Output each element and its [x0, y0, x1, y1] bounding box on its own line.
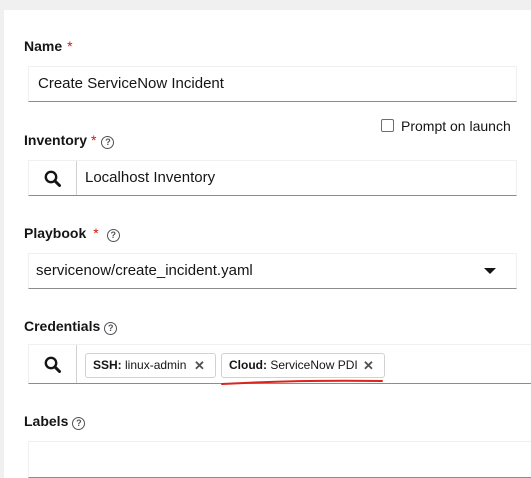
chip-name: ServiceNow PDI: [270, 358, 358, 372]
remove-chip-icon[interactable]: ✕: [194, 354, 205, 377]
name-label: Name *: [24, 38, 73, 54]
prompt-on-launch-checkbox[interactable]: [381, 119, 394, 132]
search-icon: [44, 170, 61, 187]
inventory-value: Localhost Inventory: [85, 169, 216, 186]
caret-down-icon: [484, 268, 496, 274]
required-asterisk: *: [67, 38, 73, 54]
help-icon[interactable]: ?: [101, 136, 115, 149]
labels-label: Labels?: [24, 413, 86, 430]
chip-name: linux-admin: [125, 358, 187, 372]
credential-chip-ssh: SSH: linux-admin ✕: [85, 353, 216, 378]
playbook-value: servicenow/create_incident.yaml: [36, 262, 253, 279]
required-asterisk: *: [93, 225, 99, 241]
remove-chip-icon[interactable]: ✕: [363, 354, 374, 377]
playbook-label: Playbook *?: [24, 225, 120, 242]
help-icon[interactable]: ?: [104, 322, 118, 335]
labels-input[interactable]: [28, 441, 531, 478]
credential-chip-cloud: Cloud: ServiceNow PDI ✕: [221, 353, 385, 378]
chip-type: Cloud:: [229, 358, 267, 372]
credentials-search-button[interactable]: [29, 345, 77, 383]
name-input-value: Create ServiceNow Incident: [38, 75, 224, 92]
help-icon[interactable]: ?: [72, 417, 86, 430]
inventory-label: Inventory *?: [24, 132, 115, 149]
name-input[interactable]: Create ServiceNow Incident: [28, 66, 517, 102]
red-underline-annotation: [221, 379, 383, 385]
search-icon: [44, 356, 61, 373]
help-icon[interactable]: ?: [106, 229, 120, 242]
playbook-select[interactable]: servicenow/create_incident.yaml: [28, 253, 517, 289]
required-asterisk: *: [91, 132, 97, 148]
prompt-on-launch-label[interactable]: Prompt on launch: [401, 118, 511, 134]
credentials-label: Credentials?: [24, 318, 118, 335]
inventory-search-button[interactable]: [29, 161, 77, 195]
chip-type: SSH:: [93, 358, 122, 372]
inventory-lookup[interactable]: Localhost Inventory: [28, 160, 517, 196]
